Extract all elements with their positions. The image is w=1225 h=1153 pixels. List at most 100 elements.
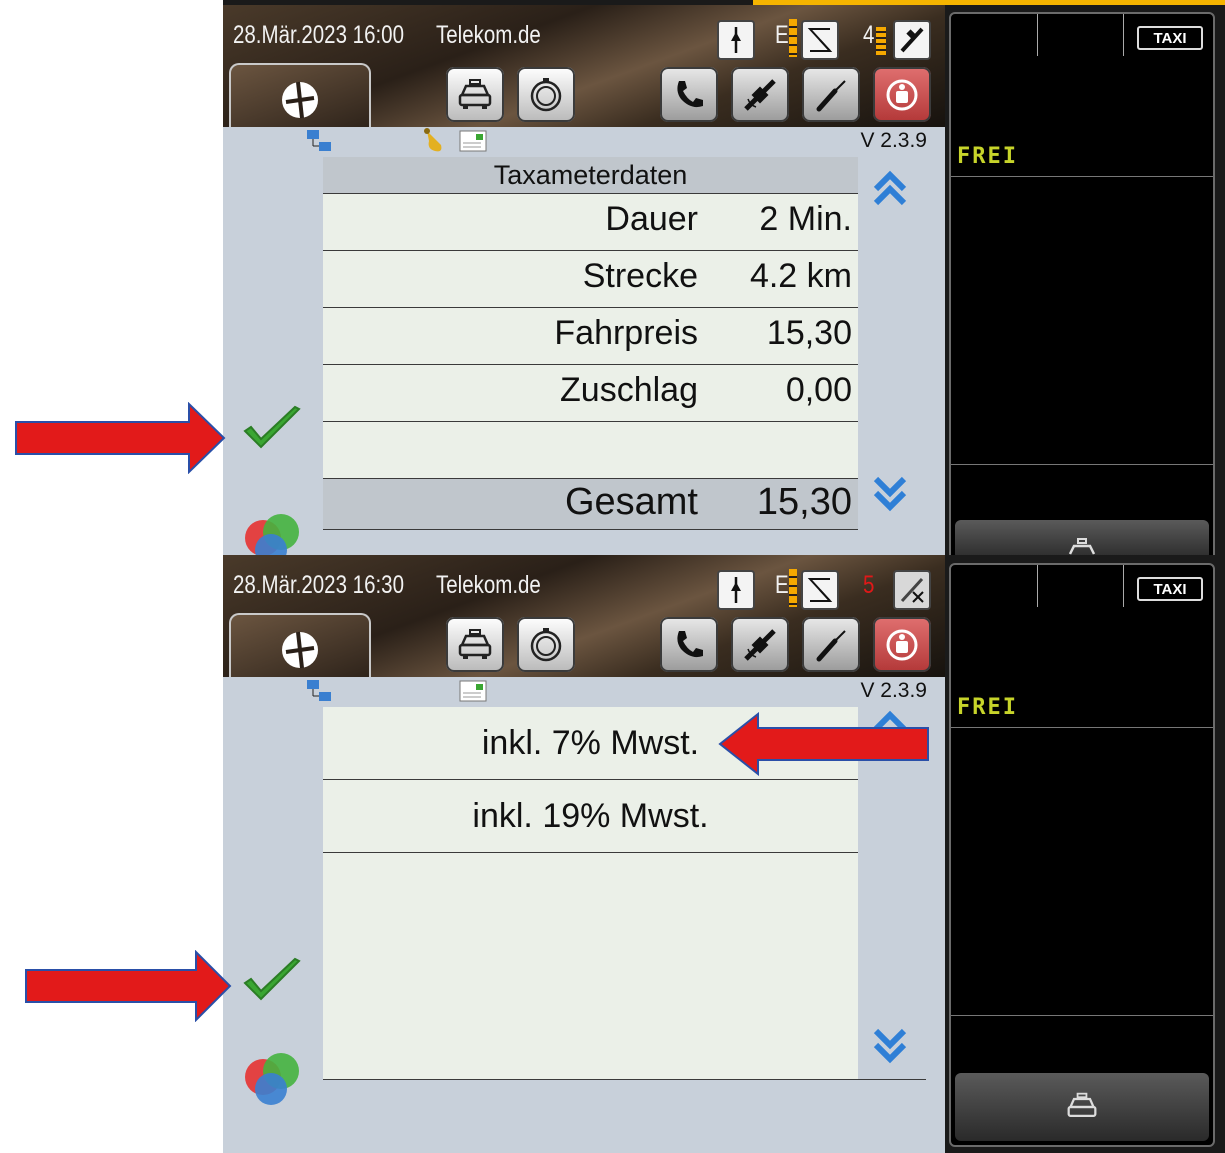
- chevron-up-icon[interactable]: [870, 167, 910, 207]
- version-label: V 2.3.9: [860, 679, 927, 702]
- table-row: Strecke 4.2 km: [323, 250, 858, 307]
- satellite-button[interactable]: [731, 67, 789, 122]
- top-status-bar: 28.Mär.2023 16:00 Telekom.de E 4: [223, 5, 945, 135]
- divider: [1123, 565, 1124, 607]
- phone-button[interactable]: [660, 617, 718, 672]
- annotation-arrow-right-icon: [25, 950, 232, 1022]
- compass-icon[interactable]: [717, 570, 755, 610]
- taxi-icon: [458, 78, 492, 109]
- timer-icon: [530, 627, 562, 661]
- datetime: 28.Mär.2023 16:00: [233, 21, 404, 49]
- content-area: Taxameterdaten Dauer 2 Min. Strecke 4.2 …: [223, 155, 945, 555]
- network-letter: E: [775, 21, 789, 49]
- info-bar: V 2.3.9: [223, 677, 945, 705]
- divider: [1123, 14, 1124, 56]
- taxi-icon: [1067, 1092, 1097, 1117]
- taxi-meter-button[interactable]: [955, 1073, 1209, 1141]
- taxi-sign: TAXI: [1137, 26, 1203, 50]
- row-label: Dauer: [605, 200, 698, 238]
- divider: [951, 727, 1213, 728]
- network-icon: [307, 680, 331, 701]
- divider: [323, 1079, 926, 1080]
- check-icon[interactable]: [241, 405, 303, 453]
- color-circles-icon[interactable]: [243, 510, 305, 555]
- row-value: 15,30: [766, 314, 852, 352]
- vat-option-19[interactable]: inkl. 19% Mwst.: [323, 780, 858, 853]
- carrier: Telekom.de: [436, 571, 541, 599]
- taxameter-display: TAXI FREI: [949, 563, 1215, 1147]
- annotation-arrow-right-icon: [15, 402, 226, 474]
- tools-button[interactable]: [802, 67, 860, 122]
- row-label: Strecke: [582, 257, 698, 295]
- emergency-icon: [886, 629, 918, 660]
- tools-icon: [816, 629, 846, 661]
- table-row: Fahrpreis 15,30: [323, 307, 858, 364]
- satellite-button[interactable]: [731, 617, 789, 672]
- check-icon[interactable]: [241, 957, 303, 1005]
- taxi-sign: TAXI: [1137, 577, 1203, 601]
- total-label: Gesamt: [564, 481, 698, 523]
- taxameter-display: TAXI FREI: [949, 12, 1215, 555]
- chevron-down-icon[interactable]: [870, 1027, 910, 1067]
- antenna-icon[interactable]: [801, 20, 839, 60]
- total-row: Gesamt 15,30: [323, 478, 858, 530]
- gps-strength-icon: [876, 27, 886, 55]
- phone-button[interactable]: [660, 67, 718, 122]
- row-label: Fahrpreis: [554, 314, 698, 352]
- satellite-icon: [744, 78, 776, 111]
- total-value: 15,30: [756, 481, 852, 523]
- taxi-icon: [1068, 538, 1096, 555]
- taxi-button[interactable]: [446, 617, 504, 672]
- signal-strength-icon: [789, 569, 797, 607]
- screen-taxameter-data: 28.Mär.2023 16:00 Telekom.de E 4 V 2.3.9…: [223, 0, 1225, 555]
- satellite-count: 4: [863, 21, 875, 49]
- table-row: Dauer 2 Min.: [323, 193, 858, 250]
- network-letter: E: [775, 571, 789, 599]
- timer-button[interactable]: [517, 67, 575, 122]
- satellite-icon: [744, 628, 776, 661]
- row-label: Zuschlag: [560, 371, 698, 409]
- table-header: Taxameterdaten: [323, 157, 858, 193]
- row-value: 0,00: [785, 371, 852, 409]
- gps-off-icon[interactable]: [893, 570, 931, 610]
- emergency-button[interactable]: [873, 67, 931, 122]
- taxi-meter-button[interactable]: [955, 520, 1209, 555]
- antenna-icon[interactable]: [801, 570, 839, 610]
- taxi-icon: [458, 628, 492, 659]
- timer-icon: [530, 77, 562, 111]
- meter-status: FREI: [957, 695, 1018, 720]
- timer-button[interactable]: [517, 617, 575, 672]
- taxameter-table: Taxameterdaten Dauer 2 Min. Strecke 4.2 …: [323, 157, 858, 530]
- signal-strength-icon: [789, 19, 797, 57]
- message-icon: [459, 680, 487, 702]
- tools-icon: [816, 79, 846, 111]
- table-row-empty: [323, 421, 858, 478]
- tools-button[interactable]: [802, 617, 860, 672]
- divider: [951, 464, 1213, 465]
- table-row: Zuschlag 0,00: [323, 364, 858, 421]
- annotation-arrow-left-icon: [718, 712, 929, 776]
- divider: [951, 176, 1213, 177]
- chevron-down-icon[interactable]: [870, 475, 910, 515]
- divider: [951, 1015, 1213, 1016]
- phone-icon: [677, 630, 703, 657]
- row-value: 2 Min.: [759, 200, 852, 238]
- home-tab[interactable]: [229, 613, 371, 685]
- screen-vat-selection: 28.Mär.2023 16:30 Telekom.de E 5 V 2.3.9…: [223, 555, 1225, 1153]
- network-icon: [307, 130, 331, 151]
- gps-icon[interactable]: [893, 20, 931, 60]
- version-label: V 2.3.9: [860, 129, 927, 152]
- compass-icon[interactable]: [717, 20, 755, 60]
- divider: [1037, 14, 1038, 56]
- message-icon: [459, 130, 487, 152]
- emergency-icon: [886, 79, 918, 110]
- taxi-button[interactable]: [446, 67, 504, 122]
- satellite-count: 5: [863, 571, 875, 599]
- datetime: 28.Mär.2023 16:30: [233, 571, 404, 599]
- color-circles-icon[interactable]: [243, 1051, 305, 1109]
- home-tab[interactable]: [229, 63, 371, 135]
- carrier: Telekom.de: [436, 21, 541, 49]
- meter-status: FREI: [957, 144, 1018, 169]
- divider: [1037, 565, 1038, 607]
- emergency-button[interactable]: [873, 617, 931, 672]
